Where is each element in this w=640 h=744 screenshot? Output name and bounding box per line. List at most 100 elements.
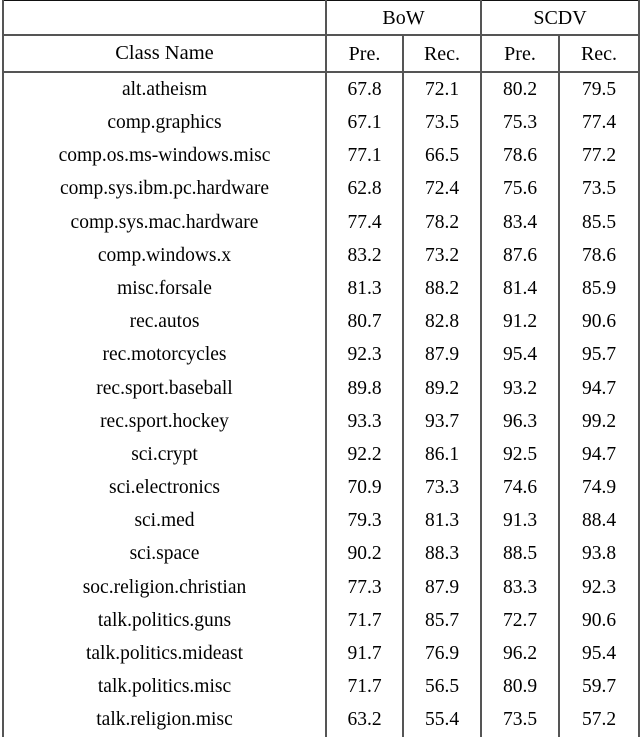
- header-scdv-recall: Rec.: [557, 35, 640, 72]
- cell-bow-recall: 73.5: [402, 106, 481, 140]
- cell-bow-precision: 80.7: [325, 305, 403, 339]
- cell-bow-precision: 81.3: [325, 272, 403, 306]
- cell-scdv-precision: 93.2: [480, 371, 559, 405]
- cell-class-name: talk.religion.misc: [2, 703, 326, 737]
- cell-scdv-precision: 91.3: [480, 504, 559, 538]
- cell-scdv-precision: 78.6: [480, 139, 559, 173]
- cell-class-name: rec.sport.baseball: [2, 371, 326, 405]
- table-body: alt.atheism 67.8 72.1 80.2 79.5 comp.graphics…: [2, 72, 640, 737]
- table-row: alt.atheism 67.8 72.1 80.2 79.5: [2, 72, 640, 107]
- cell-bow-precision: 77.1: [325, 139, 403, 173]
- table-header: BoW SCDV Class Name Pre. Rec. Pre. Rec.: [2, 0, 640, 72]
- cell-bow-recall: 55.4: [402, 703, 481, 737]
- cell-bow-recall: 88.3: [402, 537, 481, 571]
- cell-bow-recall: 81.3: [402, 504, 481, 538]
- cell-bow-recall: 72.4: [402, 172, 481, 206]
- cell-scdv-recall: 90.6: [557, 604, 640, 638]
- cell-scdv-recall: 95.4: [557, 637, 640, 671]
- table-row: rec.sport.hockey 93.3 93.7 96.3 99.2: [2, 404, 640, 439]
- cell-scdv-recall: 78.6: [557, 238, 640, 273]
- cell-bow-recall: 72.1: [402, 72, 481, 107]
- cell-scdv-precision: 81.4: [480, 272, 559, 306]
- cell-scdv-recall: 74.9: [557, 471, 640, 505]
- cell-scdv-recall: 59.7: [557, 670, 640, 704]
- cell-bow-recall: 73.2: [402, 238, 481, 273]
- cell-scdv-precision: 92.5: [480, 438, 559, 472]
- cell-bow-precision: 93.3: [325, 404, 403, 439]
- cell-class-name: sci.space: [2, 537, 326, 571]
- classification-results-table: BoW SCDV Class Name Pre. Rec. Pre. Rec. …: [2, 0, 640, 737]
- cell-scdv-precision: 74.6: [480, 471, 559, 505]
- cell-class-name: sci.crypt: [2, 438, 326, 472]
- cell-bow-recall: 56.5: [402, 670, 481, 704]
- cell-bow-precision: 71.7: [325, 604, 403, 638]
- cell-bow-precision: 89.8: [325, 371, 403, 405]
- cell-bow-recall: 87.9: [402, 570, 481, 604]
- cell-scdv-precision: 87.6: [480, 238, 559, 273]
- cell-scdv-precision: 80.9: [480, 670, 559, 704]
- cell-class-name: sci.med: [2, 504, 326, 538]
- cell-scdv-recall: 94.7: [557, 438, 640, 472]
- cell-class-name: alt.atheism: [2, 72, 326, 107]
- table-row: talk.politics.misc 71.7 56.5 80.9 59.7: [2, 670, 640, 704]
- cell-bow-precision: 67.8: [325, 72, 403, 107]
- table-row: sci.crypt 92.2 86.1 92.5 94.7: [2, 438, 640, 472]
- cell-scdv-recall: 57.2: [557, 703, 640, 737]
- table-row: comp.windows.x 83.2 73.2 87.6 78.6: [2, 238, 640, 273]
- cell-scdv-precision: 72.7: [480, 604, 559, 638]
- table-row: comp.graphics 67.1 73.5 75.3 77.4: [2, 106, 640, 140]
- cell-class-name: comp.sys.mac.hardware: [2, 205, 326, 239]
- cell-bow-precision: 67.1: [325, 106, 403, 140]
- table-row: sci.electronics 70.9 73.3 74.6 74.9: [2, 471, 640, 505]
- header-row-groups: BoW SCDV: [2, 0, 640, 35]
- header-bow-precision: Pre.: [325, 35, 403, 72]
- cell-bow-precision: 90.2: [325, 537, 403, 571]
- cell-scdv-recall: 88.4: [557, 504, 640, 538]
- cell-scdv-recall: 99.2: [557, 404, 640, 439]
- cell-bow-recall: 93.7: [402, 404, 481, 439]
- cell-bow-recall: 73.3: [402, 471, 481, 505]
- cell-scdv-recall: 94.7: [557, 371, 640, 405]
- cell-scdv-recall: 90.6: [557, 305, 640, 339]
- table-row: soc.religion.christian 77.3 87.9 83.3 92.3: [2, 570, 640, 604]
- cell-bow-recall: 87.9: [402, 338, 481, 372]
- cell-bow-recall: 76.9: [402, 637, 481, 671]
- cell-bow-recall: 89.2: [402, 371, 481, 405]
- table-row: comp.sys.mac.hardware 77.4 78.2 83.4 85.5: [2, 205, 640, 239]
- cell-class-name: comp.sys.ibm.pc.hardware: [2, 172, 326, 206]
- cell-scdv-recall: 79.5: [557, 72, 640, 107]
- cell-bow-precision: 91.7: [325, 637, 403, 671]
- cell-bow-precision: 83.2: [325, 238, 403, 273]
- cell-class-name: talk.politics.misc: [2, 670, 326, 704]
- cell-scdv-recall: 77.4: [557, 106, 640, 140]
- table-row: talk.religion.misc 63.2 55.4 73.5 57.2: [2, 703, 640, 737]
- table-row: rec.motorcycles 92.3 87.9 95.4 95.7: [2, 338, 640, 372]
- cell-bow-recall: 78.2: [402, 205, 481, 239]
- cell-scdv-precision: 96.3: [480, 404, 559, 439]
- cell-bow-precision: 92.2: [325, 438, 403, 472]
- cell-class-name: talk.politics.guns: [2, 604, 326, 638]
- cell-bow-precision: 71.7: [325, 670, 403, 704]
- cell-scdv-recall: 95.7: [557, 338, 640, 372]
- cell-bow-recall: 82.8: [402, 305, 481, 339]
- cell-scdv-precision: 80.2: [480, 72, 559, 107]
- cell-scdv-precision: 91.2: [480, 305, 559, 339]
- cell-scdv-recall: 85.5: [557, 205, 640, 239]
- table-row: rec.autos 80.7 82.8 91.2 90.6: [2, 305, 640, 339]
- header-class-name: Class Name: [2, 35, 326, 72]
- cell-scdv-precision: 96.2: [480, 637, 559, 671]
- column-group-scdv: SCDV: [479, 0, 640, 35]
- cell-class-name: misc.forsale: [2, 272, 326, 306]
- header-corner-blank: [2, 0, 326, 35]
- cell-bow-precision: 70.9: [325, 471, 403, 505]
- header-scdv-precision: Pre.: [480, 35, 559, 72]
- cell-class-name: sci.electronics: [2, 471, 326, 505]
- cell-scdv-recall: 92.3: [557, 570, 640, 604]
- table-row: comp.sys.ibm.pc.hardware 62.8 72.4 75.6 73.5: [2, 172, 640, 206]
- cell-scdv-precision: 83.3: [480, 570, 559, 604]
- cell-bow-recall: 66.5: [402, 139, 481, 173]
- cell-bow-precision: 63.2: [325, 703, 403, 737]
- table-row: talk.politics.mideast 91.7 76.9 96.2 95.4: [2, 637, 640, 671]
- cell-bow-precision: 77.3: [325, 570, 403, 604]
- cell-scdv-precision: 88.5: [480, 537, 559, 571]
